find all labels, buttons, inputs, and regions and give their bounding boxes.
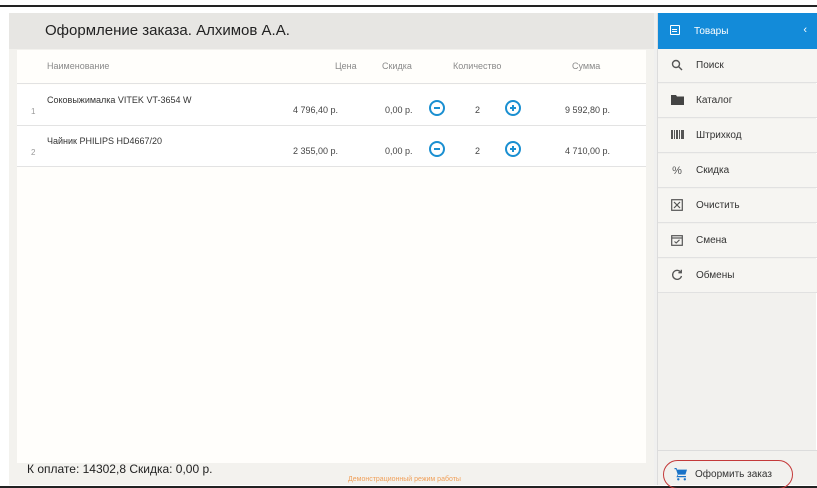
sidebar-item-exchanges[interactable]: Обмены xyxy=(658,259,817,293)
place-order-button[interactable]: Оформить заказ xyxy=(663,460,793,488)
sidebar-item-shift[interactable]: Смена xyxy=(658,224,817,258)
top-rule xyxy=(0,5,817,7)
table-row[interactable]: 1 Соковыжималка VITEK VT-3654 W 4 796,40… xyxy=(17,85,646,126)
page-title: Оформление заказа. Алхимов А.А. xyxy=(45,22,290,39)
sidebar-item-discount[interactable]: % Скидка xyxy=(658,154,817,188)
sidebar-item-label: Поиск xyxy=(696,60,724,71)
product-name: Чайник PHILIPS HD4667/20 xyxy=(47,136,163,146)
increase-quantity-button[interactable] xyxy=(505,141,521,157)
product-quantity: 2 xyxy=(475,105,481,115)
demo-mode-note: Демонстрационный режим работы xyxy=(348,476,461,483)
chevron-left-icon[interactable]: ‹ xyxy=(803,24,807,36)
col-quantity: Количество xyxy=(453,61,502,71)
barcode-icon xyxy=(670,129,684,143)
product-quantity: 2 xyxy=(475,146,481,156)
sidebar-item-search[interactable]: Поиск xyxy=(658,49,817,83)
sidebar-item-label: Каталог xyxy=(696,95,733,106)
pos-app: Оформление заказа. Алхимов А.А. Наименов… xyxy=(9,13,817,488)
increase-quantity-button[interactable] xyxy=(505,100,521,116)
order-table: Наименование Цена Скидка Количество Сумм… xyxy=(17,50,646,463)
col-price: Цена xyxy=(335,61,357,71)
sidebar: Товары ‹ Поиск Каталог Штрихкод % Скидка xyxy=(657,13,817,488)
sidebar-item-label: Обмены xyxy=(696,270,735,281)
product-sum: 9 592,80 р. xyxy=(565,105,611,115)
order-total: К оплате: 14302,8 Скидка: 0,00 р. xyxy=(27,462,213,476)
order-panel: Оформление заказа. Алхимов А.А. Наименов… xyxy=(9,13,654,485)
row-number: 1 xyxy=(31,107,36,116)
table-header: Наименование Цена Скидка Количество Сумм… xyxy=(17,50,646,84)
refresh-icon xyxy=(670,269,684,283)
sidebar-item-label: Скидка xyxy=(696,165,730,176)
box-icon xyxy=(670,25,680,35)
clear-icon xyxy=(670,199,684,213)
sidebar-header[interactable]: Товары ‹ xyxy=(658,13,817,49)
search-icon xyxy=(670,59,684,73)
col-name: Наименование xyxy=(47,61,110,71)
table-row[interactable]: 2 Чайник PHILIPS HD4667/20 2 355,00 р. 0… xyxy=(17,126,646,167)
product-price: 4 796,40 р. xyxy=(293,105,339,115)
sidebar-item-label: Штрихкод xyxy=(696,130,742,141)
product-discount: 0,00 р. xyxy=(385,105,413,115)
decrease-quantity-button[interactable] xyxy=(429,141,445,157)
col-discount: Скидка xyxy=(382,61,412,71)
sidebar-item-barcode[interactable]: Штрихкод xyxy=(658,119,817,153)
title-bar: Оформление заказа. Алхимов А.А. xyxy=(9,13,654,49)
product-name: Соковыжималка VITEK VT-3654 W xyxy=(47,95,192,105)
product-discount: 0,00 р. xyxy=(385,146,413,156)
sidebar-item-label: Очистить xyxy=(696,200,740,211)
decrease-quantity-button[interactable] xyxy=(429,100,445,116)
sidebar-item-label: Смена xyxy=(696,235,727,246)
calendar-icon xyxy=(670,234,684,248)
sidebar-item-catalog[interactable]: Каталог xyxy=(658,84,817,118)
cart-icon xyxy=(674,467,688,481)
col-sum: Сумма xyxy=(572,61,601,71)
product-sum: 4 710,00 р. xyxy=(565,146,611,156)
percent-icon: % xyxy=(672,165,682,177)
folder-icon xyxy=(670,94,684,108)
sidebar-header-label: Товары xyxy=(694,26,729,37)
place-order-label: Оформить заказ xyxy=(695,469,772,480)
row-number: 2 xyxy=(31,148,36,157)
product-price: 2 355,00 р. xyxy=(293,146,339,156)
sidebar-item-clear[interactable]: Очистить xyxy=(658,189,817,223)
